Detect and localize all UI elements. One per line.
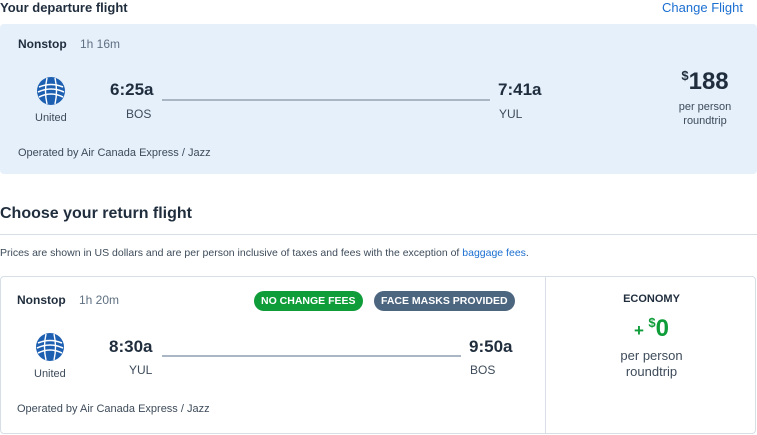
departure-price-note-1: per person — [678, 101, 732, 113]
return-arrive-code: BOS — [470, 363, 496, 377]
baggage-fees-link[interactable]: baggage fees — [462, 247, 526, 259]
return-depart-code: YUL — [129, 363, 153, 377]
return-airline-name: United — [34, 368, 66, 380]
price-prefix: + — [634, 321, 644, 340]
return-price-note-2: roundtrip — [625, 364, 678, 379]
departure-price: $188 — [670, 68, 740, 96]
return-route-line — [162, 355, 461, 357]
departure-duration: 1h 16m — [80, 37, 121, 51]
return-duration: 1h 20m — [79, 293, 120, 307]
departure-stops: Nonstop — [18, 37, 67, 51]
departure-arrive-code: YUL — [499, 107, 523, 121]
price-notice: Prices are shown in US dollars and are p… — [0, 247, 529, 259]
departure-heading: Your departure flight — [0, 0, 128, 15]
return-arrive-time: 9:50a — [469, 337, 513, 356]
united-logo-icon — [36, 76, 66, 106]
return-price-note-1: per person — [620, 348, 683, 363]
departure-operated-by: Operated by Air Canada Express / Jazz — [18, 147, 211, 159]
price-notice-text: Prices are shown in US dollars and are p… — [0, 247, 463, 259]
departure-arrive-time: 7:41a — [498, 80, 542, 99]
departure-price-note-2: roundtrip — [683, 115, 727, 127]
return-price-value: 0 — [655, 315, 669, 342]
change-flight-link[interactable]: Change Flight — [662, 0, 743, 15]
return-depart-time: 8:30a — [109, 337, 153, 356]
return-stops: Nonstop — [17, 293, 66, 307]
united-logo-icon — [35, 332, 65, 362]
departure-route-line — [162, 99, 490, 101]
price-notice-end: . — [525, 247, 529, 259]
departure-price-value: 188 — [688, 68, 729, 95]
departure-price-currency: $ — [681, 68, 689, 83]
return-divider — [0, 234, 757, 235]
departure-depart-code: BOS — [126, 107, 152, 121]
fare-class-label: ECONOMY — [623, 293, 680, 305]
face-masks-badge: FACE MASKS PROVIDED — [374, 291, 515, 311]
departure-airline-name: United — [35, 112, 67, 124]
return-heading: Choose your return flight — [0, 205, 192, 222]
economy-fare-button[interactable]: + $0 — [546, 315, 757, 343]
departure-depart-time: 6:25a — [110, 80, 154, 99]
return-operated-by: Operated by Air Canada Express / Jazz — [17, 403, 210, 415]
no-change-fees-badge: NO CHANGE FEES — [254, 291, 363, 311]
return-price-currency: $ — [648, 315, 656, 330]
